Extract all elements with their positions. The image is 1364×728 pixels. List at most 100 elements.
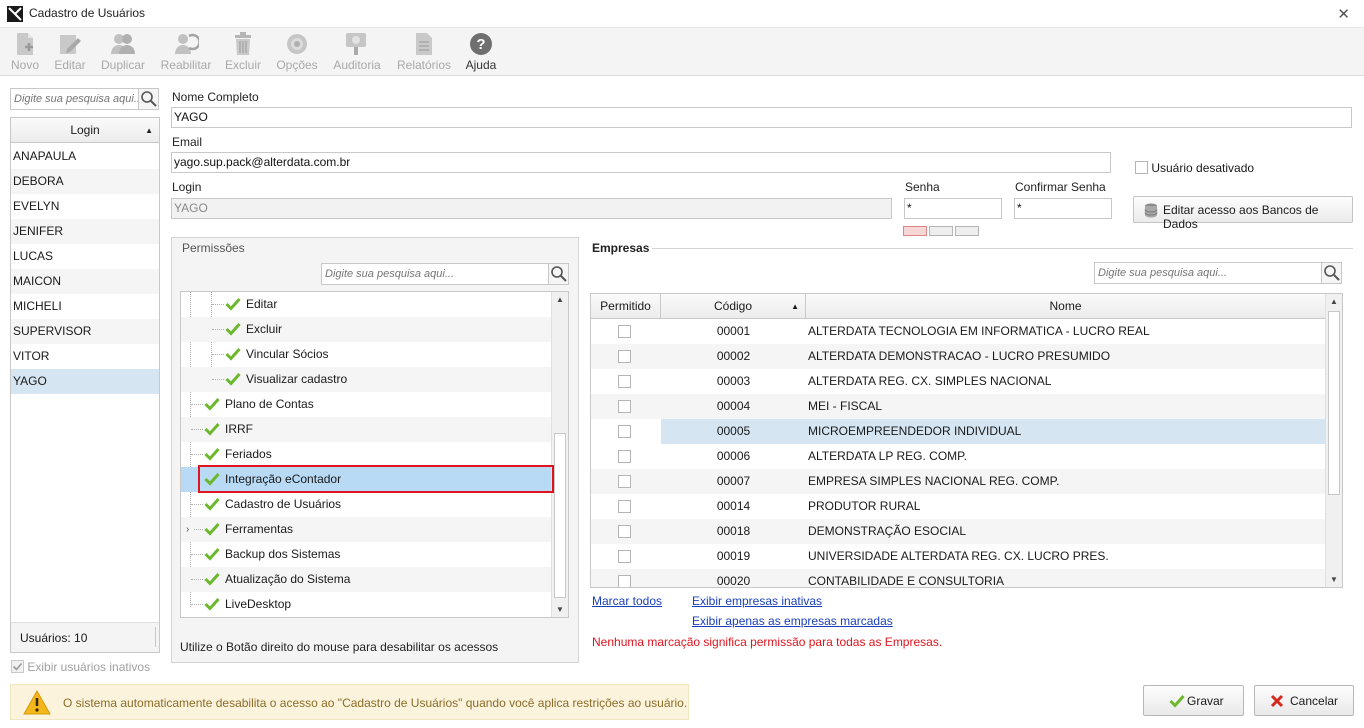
empresa-row[interactable]: 00020 CONTABILIDADE E CONSULTORIA [591, 569, 1326, 587]
report-icon [416, 33, 432, 55]
empresa-row[interactable]: 00014 PRODUTOR RURAL [591, 494, 1326, 519]
email-field[interactable]: yago.sup.pack@alterdata.com.br [171, 152, 1111, 173]
tree-item[interactable]: LiveDesktop [181, 592, 552, 617]
empresa-row[interactable]: 00004 MEI - FISCAL [591, 394, 1326, 419]
permitido-checkbox[interactable] [618, 525, 631, 538]
save-button[interactable]: Gravar [1143, 685, 1244, 716]
empresa-row[interactable]: 00002 ALTERDATA DEMONSTRACAO - LUCRO PRE… [591, 344, 1326, 369]
empresa-row[interactable]: 00001 ALTERDATA TECNOLOGIA EM INFORMATIC… [591, 319, 1326, 344]
cancel-button[interactable]: Cancelar [1254, 685, 1354, 716]
permitido-checkbox[interactable] [618, 500, 631, 513]
user-search-button[interactable] [138, 89, 158, 109]
user-row[interactable]: ANAPAULA [11, 144, 159, 169]
tree-item[interactable]: Editar [181, 292, 552, 317]
tree-item[interactable]: Vincular Sócios [181, 342, 552, 367]
tree-item-label: Vincular Sócios [246, 347, 329, 361]
new-button[interactable]: Novo [8, 30, 42, 72]
permissions-scrollbar[interactable]: ▲ ▼ [551, 292, 568, 617]
permitido-checkbox[interactable] [618, 400, 631, 413]
tree-item[interactable]: Cadastro de Usuários [181, 492, 552, 517]
empresa-name: ALTERDATA DEMONSTRACAO - LUCRO PRESUMIDO [808, 349, 1111, 363]
empresa-name: MICROEMPREENDEDOR INDIVIDUAL [808, 424, 1022, 438]
empresa-row[interactable]: 00007 EMPRESA SIMPLES NACIONAL REG. COMP… [591, 469, 1326, 494]
user-search-input[interactable] [11, 89, 138, 109]
scroll-down-icon[interactable]: ▼ [556, 605, 564, 614]
confirm-password-field[interactable]: * [1014, 198, 1112, 219]
tree-item[interactable]: IRRF [181, 417, 552, 442]
tree-item[interactable]: Excluir [181, 317, 552, 342]
permitido-checkbox[interactable] [618, 450, 631, 463]
audit-button[interactable]: Auditoria [331, 30, 383, 72]
permitido-checkbox[interactable] [618, 325, 631, 338]
show-inactive-companies-link[interactable]: Exibir empresas inativas [692, 594, 822, 608]
show-marked-companies-link[interactable]: Exibir apenas as empresas marcadas [692, 614, 893, 628]
permitido-checkbox[interactable] [618, 350, 631, 363]
scroll-up-icon[interactable]: ▲ [556, 295, 564, 304]
scroll-thumb[interactable] [554, 433, 566, 598]
permissions-hint: Utilize o Botão direito do mouse para de… [180, 640, 499, 654]
scroll-thumb[interactable] [1328, 311, 1340, 495]
duplicate-button[interactable]: Duplicar [99, 30, 147, 72]
empresa-row[interactable]: 00018 DEMONSTRAÇÃO ESOCIAL [591, 519, 1326, 544]
user-row[interactable]: LUCAS [11, 244, 159, 269]
permissions-search-button[interactable] [548, 264, 568, 284]
mark-all-link[interactable]: Marcar todos [592, 594, 662, 608]
scroll-down-icon[interactable]: ▼ [1330, 575, 1338, 584]
show-inactive-users-checkbox[interactable]: Exibir usuários inativos [11, 660, 150, 674]
permitido-checkbox[interactable] [618, 550, 631, 563]
reenable-button[interactable]: Reabilitar [159, 30, 213, 72]
edit-db-access-button[interactable]: Editar acesso aos Bancos de Dados [1133, 196, 1353, 231]
empresas-search-button[interactable] [1321, 263, 1341, 283]
empresas-search [1094, 262, 1342, 284]
empresa-row[interactable]: 00003 ALTERDATA REG. CX. SIMPLES NACIONA… [591, 369, 1326, 394]
empresas-scrollbar[interactable]: ▲ ▼ [1325, 294, 1342, 587]
empresa-row-selected[interactable]: 00005 MICROEMPREENDEDOR INDIVIDUAL [591, 419, 1326, 444]
user-row[interactable]: MICHELI [11, 294, 159, 319]
empresas-search-input[interactable] [1095, 263, 1321, 283]
scroll-up-icon[interactable]: ▲ [1330, 297, 1338, 306]
empresa-code: 00001 [716, 324, 751, 338]
reports-button[interactable]: Relatórios [396, 30, 452, 72]
empresas-note: Nenhuma marcação significa permissão par… [592, 635, 943, 649]
delete-button[interactable]: Excluir [224, 30, 262, 72]
codigo-column-label: Código [713, 299, 753, 313]
expand-arrow-icon[interactable]: › [186, 517, 189, 542]
name-field[interactable]: YAGO [171, 107, 1352, 128]
tree-item[interactable]: Atualização do Sistema [181, 567, 552, 592]
cancel-label: Cancelar [1290, 694, 1339, 708]
user-row[interactable]: VITOR [11, 344, 159, 369]
tree-item[interactable]: › Ferramentas [181, 517, 552, 542]
user-row[interactable]: DEBORA [11, 169, 159, 194]
options-button[interactable]: Opções [275, 30, 319, 72]
empresa-row[interactable]: 00019 UNIVERSIDADE ALTERDATA REG. CX. LU… [591, 544, 1326, 569]
empresa-code: 00007 [716, 474, 751, 488]
edit-icon [60, 35, 81, 54]
permissions-search-input[interactable] [322, 264, 548, 284]
nome-column-header[interactable]: Nome [806, 294, 1326, 319]
permitido-column-header[interactable]: Permitido [591, 294, 661, 319]
login-column-header[interactable]: Login ▲ [11, 118, 159, 143]
empresas-title: Empresas [592, 241, 650, 255]
help-button[interactable]: ? Ajuda [464, 30, 498, 72]
tree-item[interactable]: Feriados [181, 442, 552, 467]
disabled-user-checkbox[interactable]: Usuário desativado [1135, 161, 1254, 175]
check-icon [204, 522, 220, 536]
permitido-checkbox[interactable] [618, 425, 631, 438]
empresa-row[interactable]: 00006 ALTERDATA LP REG. COMP. [591, 444, 1326, 469]
password-field[interactable]: * [904, 198, 1002, 219]
user-row[interactable]: MAICON [11, 269, 159, 294]
tree-item[interactable]: Plano de Contas [181, 392, 552, 417]
edit-button[interactable]: Editar [52, 30, 88, 72]
user-row[interactable]: SUPERVISOR [11, 319, 159, 344]
close-icon[interactable]: ✕ [1337, 5, 1350, 23]
permitido-checkbox[interactable] [618, 475, 631, 488]
user-row[interactable]: EVELYN [11, 194, 159, 219]
user-row-selected[interactable]: YAGO [11, 369, 159, 394]
tree-item[interactable]: Backup dos Sistemas [181, 542, 552, 567]
permitido-checkbox[interactable] [618, 375, 631, 388]
codigo-column-header[interactable]: Código ▲ [661, 294, 806, 319]
tree-item[interactable]: Visualizar cadastro [181, 367, 552, 392]
user-row[interactable]: JENIFER [11, 219, 159, 244]
permitido-checkbox[interactable] [618, 575, 631, 587]
check-icon [225, 322, 241, 336]
